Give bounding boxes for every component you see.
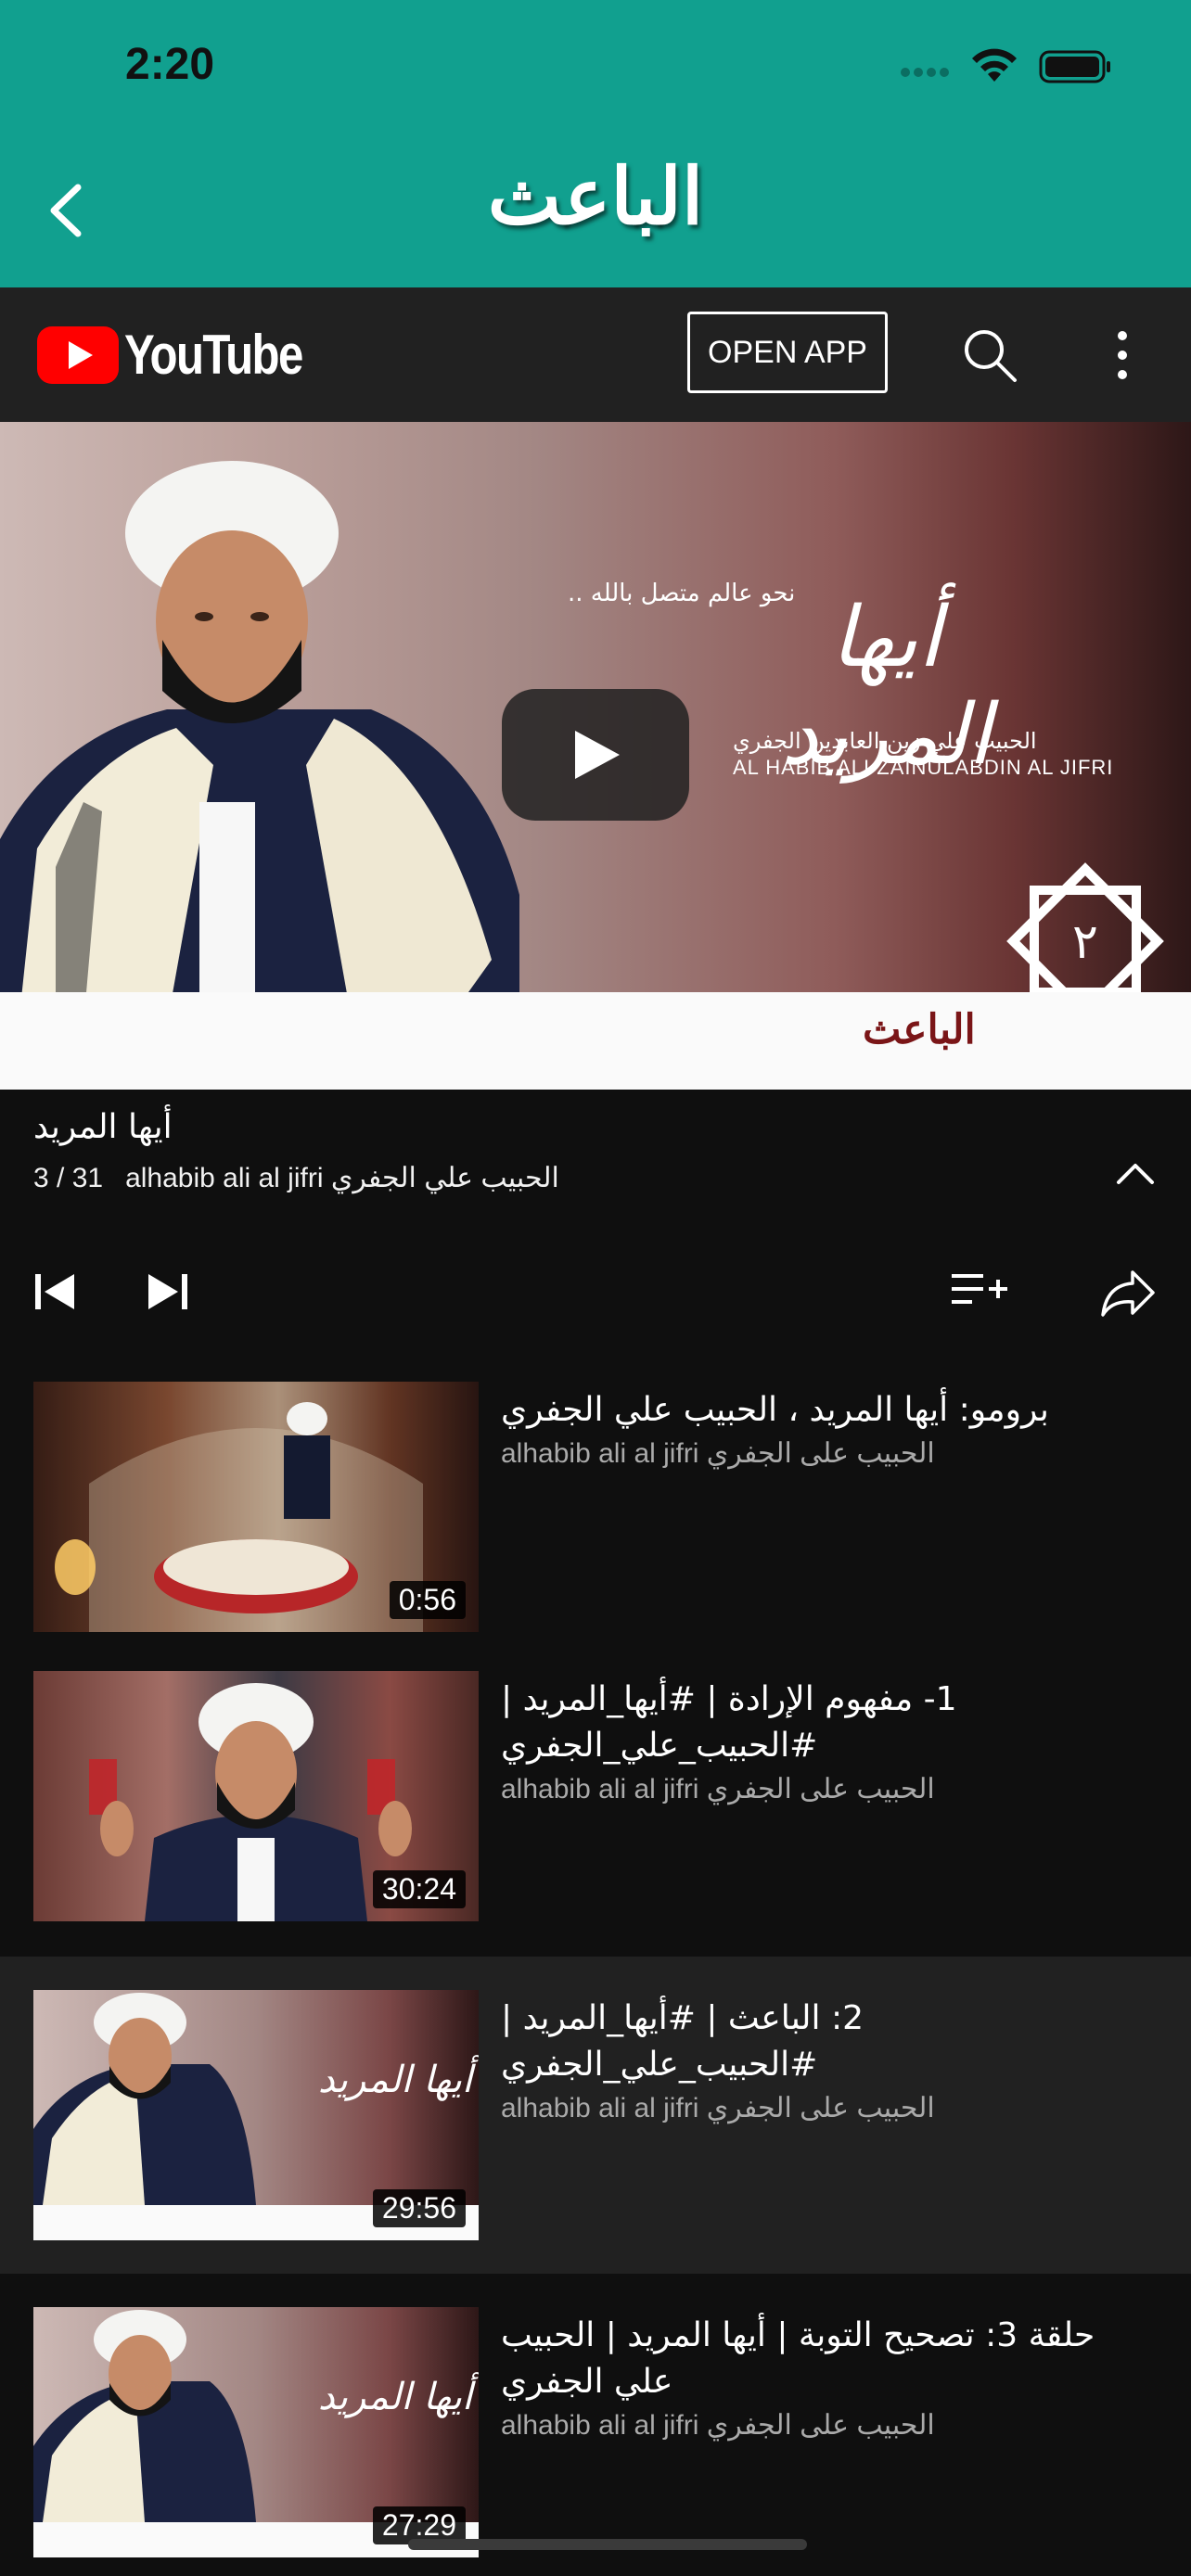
status-time: 2:20 bbox=[125, 40, 215, 89]
speaker-portrait bbox=[125, 461, 339, 723]
video-player[interactable]: نحو عالم متصل بالله .. أيها المريد الحبي… bbox=[0, 422, 1191, 1090]
video-channel: alhabib ali al jifri الحبيب على الجفري bbox=[501, 1774, 935, 1804]
video-duration: 30:24 bbox=[372, 1870, 466, 1908]
video-title[interactable]: 1- مفهوم الإرادة | #أيها_المريد | #الحبي… bbox=[501, 1677, 1150, 1769]
play-button[interactable] bbox=[502, 689, 689, 821]
share-icon[interactable] bbox=[1099, 1267, 1157, 1319]
video-thumbnail[interactable]: 0:56 bbox=[33, 1382, 479, 1632]
list-item[interactable]: 0:56 برومو: أيها المريد ، الحبيب علي الج… bbox=[0, 1382, 1191, 1660]
more-vertical-icon[interactable] bbox=[1108, 326, 1136, 384]
thumbnail-calligraphy: أيها المريد bbox=[318, 2055, 479, 2101]
page-title: الباعث bbox=[487, 150, 704, 242]
playlist-title: أيها المريد bbox=[33, 1108, 173, 1146]
youtube-header: YouTube OPEN APP bbox=[0, 287, 1191, 422]
wifi-icon bbox=[972, 48, 1017, 82]
add-to-queue-icon[interactable] bbox=[950, 1270, 1007, 1313]
video-duration: 29:56 bbox=[372, 2189, 466, 2227]
search-icon[interactable] bbox=[961, 326, 1018, 384]
home-indicator[interactable] bbox=[408, 2539, 807, 2550]
video-title[interactable]: 2: الباعث | #أيها_المريد | #الحبيب_علي_ا… bbox=[501, 1996, 1150, 2088]
episode-badge-number: ٢ bbox=[1072, 914, 1098, 970]
thumbnail-calligraphy: أيها المريد bbox=[318, 2372, 479, 2418]
playlist-meta: 3 / 31 alhabib ali al jifri الحبيب علي ال… bbox=[33, 1162, 559, 1194]
playlist-controls bbox=[0, 1233, 1191, 1345]
playlist-position: 3 / 31 bbox=[33, 1163, 104, 1193]
video-title[interactable]: حلقة 3: تصحيح التوبة | أيها المريد | الح… bbox=[501, 2313, 1150, 2405]
video-thumbnail[interactable]: أيها المريد 29:56 bbox=[33, 1990, 479, 2240]
video-channel: alhabib ali al jifri الحبيب على الجفري bbox=[501, 2093, 935, 2123]
thumbnail-strip-title: الباعث bbox=[863, 1006, 976, 1053]
cellular-signal-icon bbox=[901, 68, 949, 77]
youtube-wordmark[interactable]: YouTube bbox=[124, 323, 303, 387]
video-thumbnail[interactable]: 30:24 bbox=[33, 1671, 479, 1921]
thumbnail-speaker-english: AL HABIB ALI ZAINULABDIN AL JIFRI bbox=[733, 756, 1114, 779]
battery-icon bbox=[1039, 50, 1110, 83]
app-bar: الباعث bbox=[0, 139, 1191, 287]
video-title[interactable]: برومو: أيها المريد ، الحبيب علي الجفري bbox=[501, 1387, 1150, 1434]
next-icon[interactable] bbox=[145, 1272, 189, 1311]
video-channel: alhabib ali al jifri الحبيب على الجفري bbox=[501, 1438, 935, 1469]
youtube-logo-icon[interactable] bbox=[37, 326, 119, 384]
list-item-active[interactable]: أيها المريد 29:56 2: الباعث | #أيها_المر… bbox=[0, 1957, 1191, 2274]
chevron-up-icon[interactable] bbox=[1113, 1154, 1158, 1192]
list-item[interactable]: 30:24 1- مفهوم الإرادة | #أيها_المريد | … bbox=[0, 1671, 1191, 1949]
previous-icon[interactable] bbox=[33, 1272, 78, 1311]
thumbnail-speaker-arabic: الحبيب علي زين العابدين الجفري bbox=[733, 728, 1037, 754]
video-duration: 0:56 bbox=[389, 1581, 466, 1619]
video-channel: alhabib ali al jifri الحبيب على الجفري bbox=[501, 2410, 935, 2441]
status-bar: 2:20 bbox=[0, 0, 1191, 139]
list-item[interactable]: أيها المريد 27:29 حلقة 3: تصحيح التوبة |… bbox=[0, 2274, 1191, 2557]
playlist-channel[interactable]: alhabib ali al jifri الحبيب علي الجفري bbox=[125, 1163, 559, 1193]
play-icon bbox=[575, 731, 620, 779]
thumbnail-calligraphy: أيها المريد bbox=[780, 589, 992, 784]
video-thumbnail[interactable]: أيها المريد 27:29 bbox=[33, 2307, 479, 2557]
thumbnail-strip bbox=[0, 992, 1191, 1090]
open-app-button[interactable]: OPEN APP bbox=[687, 312, 888, 393]
